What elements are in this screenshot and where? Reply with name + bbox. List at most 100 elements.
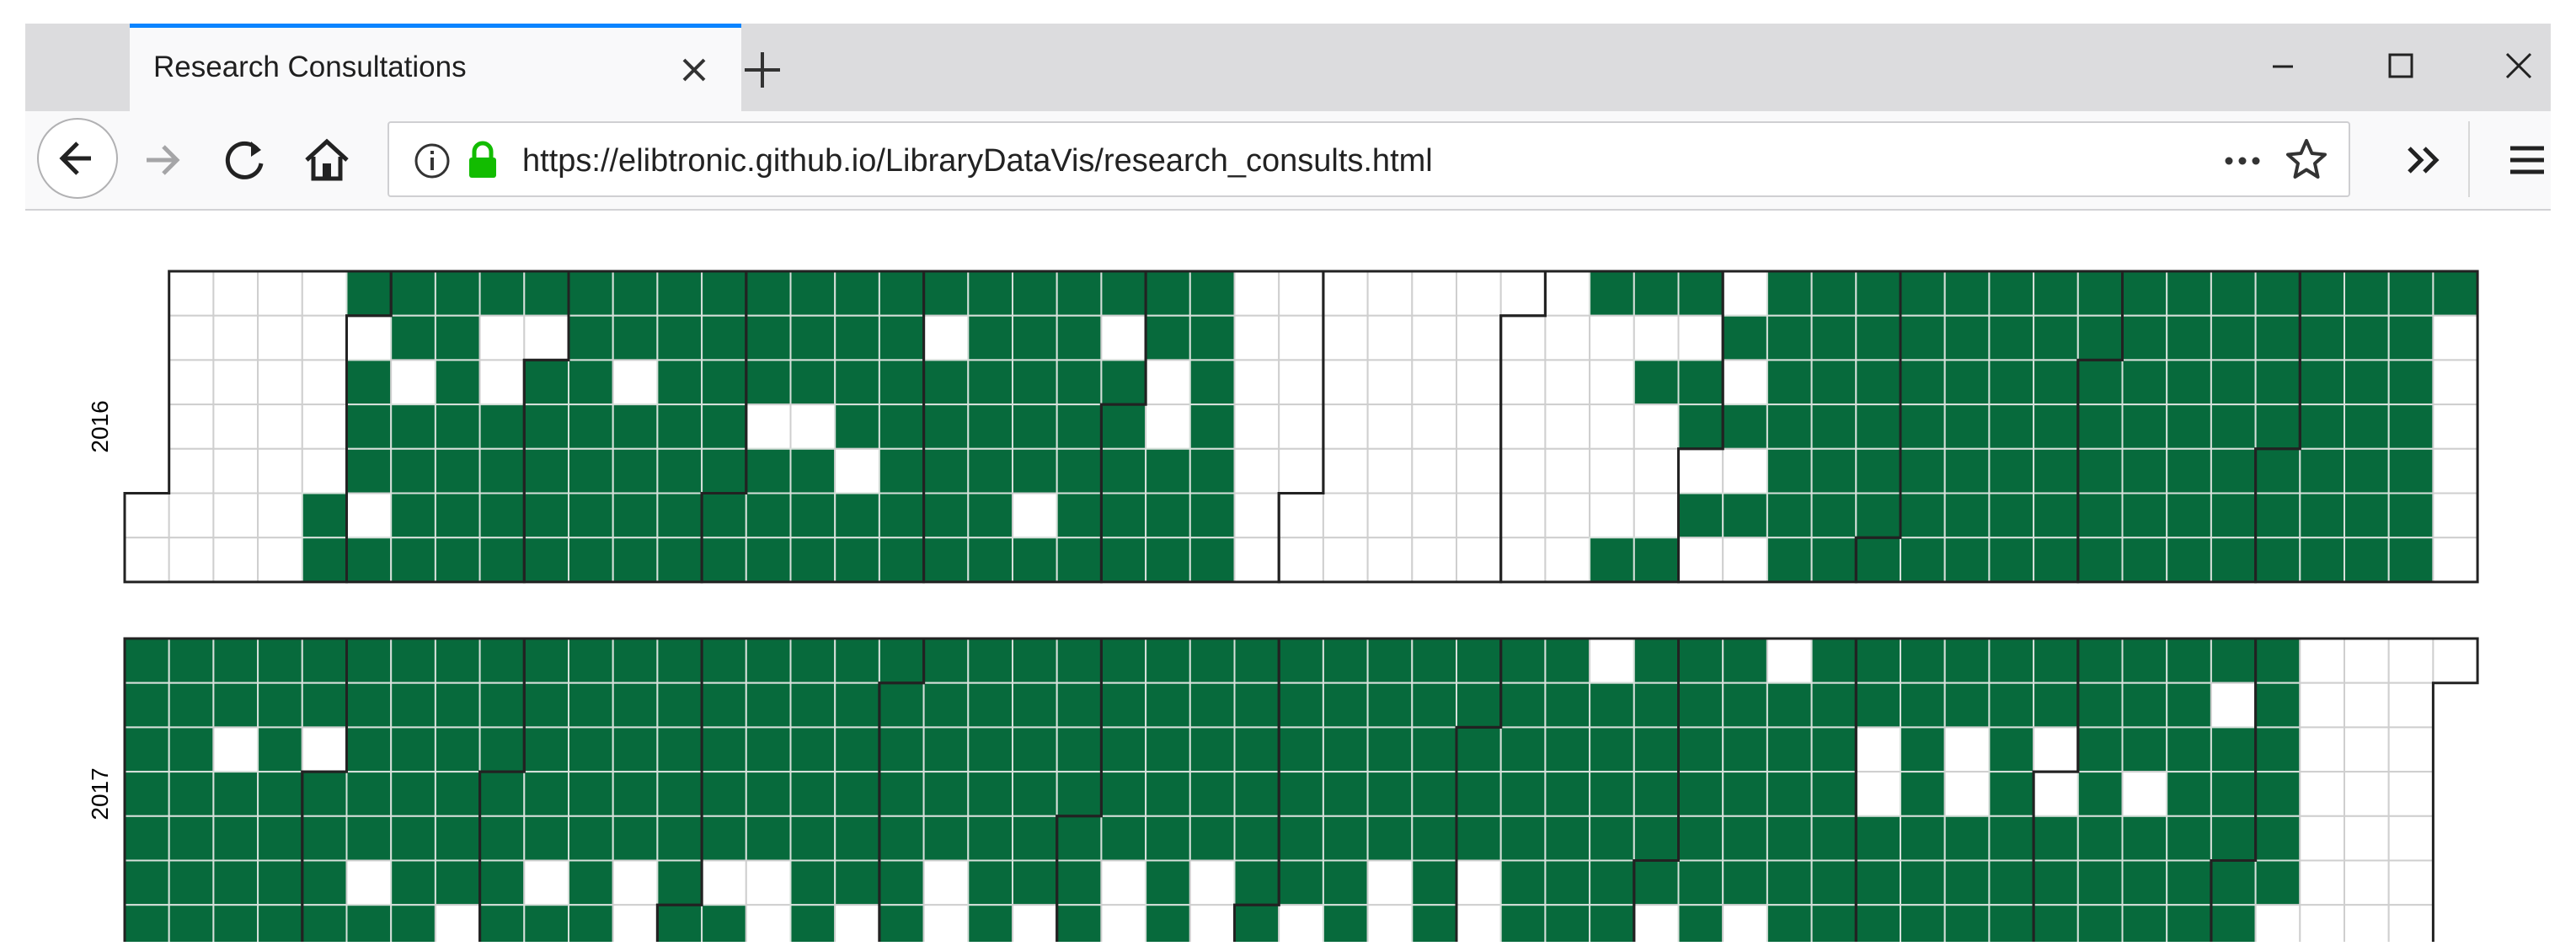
day-cell[interactable] — [1900, 638, 1946, 684]
day-cell[interactable] — [345, 771, 393, 817]
day-cell[interactable] — [478, 904, 526, 946]
day-cell[interactable] — [2254, 726, 2301, 773]
day-cell[interactable] — [301, 726, 348, 773]
day-cell[interactable] — [1145, 859, 1191, 906]
day-cell[interactable] — [1677, 270, 1724, 317]
day-cell[interactable] — [1366, 537, 1414, 583]
day-cell[interactable] — [345, 447, 393, 494]
day-cell[interactable] — [2387, 638, 2434, 684]
day-cell[interactable] — [2387, 270, 2434, 317]
day-cell[interactable] — [168, 492, 215, 539]
info-icon[interactable] — [411, 140, 453, 182]
day-cell[interactable] — [212, 726, 259, 773]
day-cell[interactable] — [168, 447, 215, 494]
day-cell[interactable] — [390, 447, 436, 494]
day-cell[interactable] — [568, 726, 614, 773]
day-cell[interactable] — [390, 815, 436, 862]
day-cell[interactable] — [2210, 904, 2257, 946]
day-cell[interactable] — [2210, 681, 2257, 729]
day-cell[interactable] — [2210, 537, 2257, 583]
day-cell[interactable] — [1766, 492, 1813, 539]
day-cell[interactable] — [1677, 859, 1724, 906]
day-cell[interactable] — [701, 537, 747, 583]
day-cell[interactable] — [878, 492, 925, 539]
day-cell[interactable] — [1056, 537, 1103, 583]
day-cell[interactable] — [1411, 771, 1458, 817]
day-cell[interactable] — [1810, 681, 1857, 729]
day-cell[interactable] — [2033, 537, 2079, 583]
day-cell[interactable] — [1145, 771, 1191, 817]
day-cell[interactable] — [1810, 492, 1857, 539]
day-cell[interactable] — [1943, 314, 1991, 361]
day-cell[interactable] — [434, 359, 481, 406]
day-cell[interactable] — [1544, 904, 1591, 946]
day-cell[interactable] — [1366, 771, 1414, 817]
day-cell[interactable] — [1589, 447, 1635, 494]
day-cell[interactable] — [301, 404, 348, 450]
day-cell[interactable] — [1189, 492, 1236, 539]
day-cell[interactable] — [701, 492, 747, 539]
day-cell[interactable] — [1544, 404, 1591, 450]
day-cell[interactable] — [2076, 314, 2124, 361]
day-cell[interactable] — [2254, 681, 2301, 729]
day-cell[interactable] — [1411, 270, 1458, 317]
day-cell[interactable] — [1056, 404, 1103, 450]
day-cell[interactable] — [568, 314, 614, 361]
day-cell[interactable] — [1589, 904, 1635, 946]
day-cell[interactable] — [1633, 404, 1680, 450]
day-cell[interactable] — [1855, 681, 1902, 729]
day-cell[interactable] — [1677, 638, 1724, 684]
day-cell[interactable] — [1766, 681, 1813, 729]
day-cell[interactable] — [612, 537, 659, 583]
day-cell[interactable] — [212, 859, 259, 906]
day-cell[interactable] — [1722, 492, 1768, 539]
day-cell[interactable] — [1722, 771, 1768, 817]
day-cell[interactable] — [124, 815, 170, 862]
day-cell[interactable] — [789, 771, 836, 817]
day-cell[interactable] — [2299, 270, 2346, 317]
day-cell[interactable] — [1766, 270, 1813, 317]
day-cell[interactable] — [834, 859, 880, 906]
day-cell[interactable] — [1278, 492, 1324, 539]
day-cell[interactable] — [478, 447, 526, 494]
day-cell[interactable] — [1988, 681, 2035, 729]
day-cell[interactable] — [1499, 537, 1547, 583]
day-cell[interactable] — [1810, 904, 1857, 946]
day-cell[interactable] — [1145, 404, 1191, 450]
day-cell[interactable] — [1189, 537, 1236, 583]
day-cell[interactable] — [1322, 314, 1369, 361]
day-cell[interactable] — [1499, 904, 1547, 946]
day-cell[interactable] — [2299, 859, 2346, 906]
day-cell[interactable] — [1189, 681, 1236, 729]
day-cell[interactable] — [212, 815, 259, 862]
day-cell[interactable] — [1322, 537, 1369, 583]
day-cell[interactable] — [1988, 726, 2035, 773]
day-cell[interactable] — [2121, 859, 2168, 906]
day-cell[interactable] — [1012, 404, 1058, 450]
day-cell[interactable] — [2299, 771, 2346, 817]
day-cell[interactable] — [922, 492, 970, 539]
day-cell[interactable] — [2033, 859, 2079, 906]
day-cell[interactable] — [2121, 492, 2168, 539]
day-cell[interactable] — [1145, 314, 1191, 361]
day-cell[interactable] — [390, 537, 436, 583]
day-cell[interactable] — [523, 771, 569, 817]
day-cell[interactable] — [967, 859, 1014, 906]
day-cell[interactable] — [478, 815, 526, 862]
day-cell[interactable] — [2299, 404, 2346, 450]
day-cell[interactable] — [834, 447, 880, 494]
day-cell[interactable] — [1943, 492, 1991, 539]
day-cell[interactable] — [834, 537, 880, 583]
day-cell[interactable] — [1411, 681, 1458, 729]
day-cell[interactable] — [390, 359, 436, 406]
day-cell[interactable] — [301, 815, 348, 862]
day-cell[interactable] — [212, 537, 259, 583]
day-cell[interactable] — [1943, 638, 1991, 684]
day-cell[interactable] — [1589, 270, 1635, 317]
day-cell[interactable] — [656, 537, 703, 583]
day-cell[interactable] — [878, 537, 925, 583]
day-cell[interactable] — [2033, 815, 2079, 862]
more-icon[interactable] — [2217, 140, 2268, 182]
day-cell[interactable] — [124, 492, 170, 539]
day-cell[interactable] — [2166, 726, 2212, 773]
